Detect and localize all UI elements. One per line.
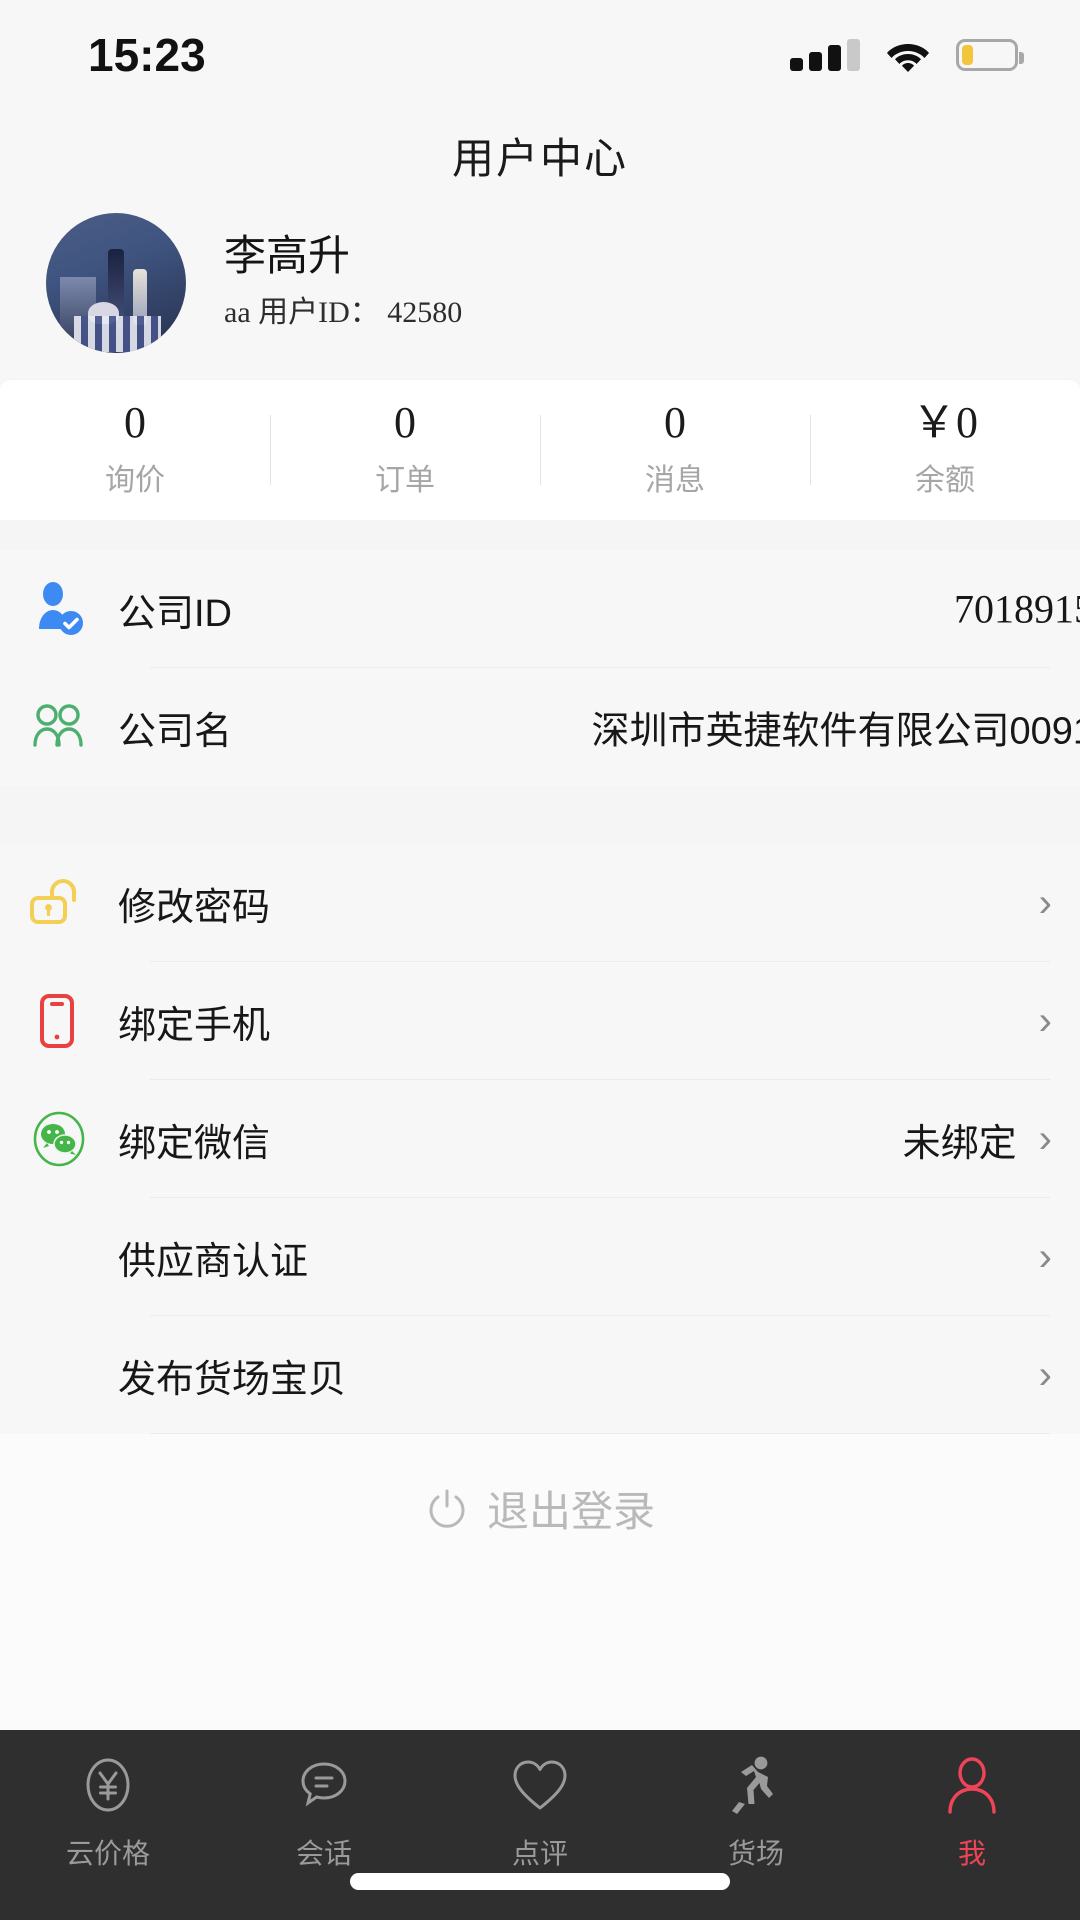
stat-value: ￥0 [912,398,978,447]
stat-value: 0 [664,398,686,447]
tab-cargo-yard[interactable]: 货场 [648,1752,864,1872]
stat-messages[interactable]: 0 消息 [540,401,810,499]
stats-card: 0 询价 0 订单 0 消息 ￥0 余额 [0,380,1080,520]
stat-label: 订单 [375,464,435,497]
tab-label: 云价格 [65,1838,150,1869]
phone-icon [26,990,118,1052]
settings-menu-section: 修改密码 › 绑定手机 › 绑定微信 未绑定 › 供应商认证 › 发布货场宝贝 … [0,844,1080,1434]
status-bar: 15:23 [0,0,1080,110]
page-title-bar: 用户中心 [0,110,1080,200]
row-label: 公司名 [118,710,233,753]
wechat-icon [26,1106,118,1172]
stat-orders[interactable]: 0 订单 [270,401,540,499]
power-icon [425,1487,469,1531]
unlock-icon [26,872,118,934]
profile-name: 李高升 [224,232,351,280]
stat-balance[interactable]: ￥0 余额 [810,401,1080,499]
stats-card-wrapper: 0 询价 0 订单 0 消息 ￥0 余额 [0,365,1080,520]
logout-area: 退出登录 [0,1434,1080,1730]
chevron-right-icon: › [1038,1117,1052,1161]
row-company-id[interactable]: 公司ID 7018915 [0,550,1080,668]
tab-label: 我 [957,1838,986,1869]
two-people-icon [26,695,118,759]
page-title: 用户中心 [451,134,628,182]
user-center-screen: 15:23 用户中心 李高升 aa 用户ID： 42580 0 询价 0 订单 … [0,0,1080,1920]
person-icon [942,1752,1002,1818]
avatar[interactable] [46,212,186,353]
row-label: 修改密码 [118,886,271,929]
chevron-right-icon: › [1038,1235,1052,1279]
tab-conversations[interactable]: 会话 [216,1752,432,1872]
stat-label: 询价 [105,464,165,497]
row-label: 供应商认证 [118,1240,309,1283]
row-label: 公司ID [118,592,233,635]
menu-item-supplier-verification[interactable]: 供应商认证 › [0,1198,1080,1316]
row-label: 绑定手机 [118,1004,271,1047]
menu-item-bind-wechat[interactable]: 绑定微信 未绑定 › [0,1080,1080,1198]
menu-item-publish-goods[interactable]: 发布货场宝贝 › [0,1316,1080,1434]
running-icon [728,1752,784,1818]
user-verified-icon [26,577,118,641]
chevron-right-icon: › [1038,881,1052,925]
signal-bars-icon [790,39,860,71]
logout-label: 退出登录 [486,1488,655,1535]
menu-item-bind-phone[interactable]: 绑定手机 › [0,962,1080,1080]
stat-value: 0 [124,398,146,447]
menu-item-change-password[interactable]: 修改密码 › [0,844,1080,962]
stat-inquiry[interactable]: 0 询价 [0,401,270,499]
row-label: 发布货场宝贝 [118,1358,347,1401]
wifi-icon [886,38,930,72]
chevron-right-icon: › [1038,999,1052,1043]
status-icons [790,38,1024,72]
row-company-name[interactable]: 公司名 深圳市英捷软件有限公司0091 [0,668,1080,786]
company-name-value: 深圳市英捷软件有限公司0091 [591,710,1080,753]
company-id-value: 7018915 [954,586,1080,632]
chevron-right-icon: › [1038,1353,1052,1397]
stat-label: 余额 [915,464,975,497]
section-gap [0,520,1080,550]
company-section: 公司ID 7018915 公司名 深圳市英捷软件有限公司0091 [0,550,1080,786]
wechat-bind-status: 未绑定 [902,1122,1017,1165]
stat-label: 消息 [645,464,705,497]
profile-header[interactable]: 李高升 aa 用户ID： 42580 [0,200,1080,365]
home-indicator[interactable] [350,1873,730,1890]
tab-me[interactable]: 我 [864,1752,1080,1872]
bottom-tab-bar: 云价格 会话 点评 货场 我 [0,1730,1080,1920]
tab-label: 点评 [511,1838,568,1869]
stat-value: 0 [394,398,416,447]
tab-reviews[interactable]: 点评 [432,1752,648,1872]
section-gap-2 [0,786,1080,844]
profile-user-id: aa 用户ID： 42580 [224,295,463,329]
tab-label: 货场 [727,1838,784,1869]
tab-label: 会话 [295,1838,352,1869]
battery-low-icon [956,39,1024,71]
tab-cloud-price[interactable]: 云价格 [0,1752,216,1872]
profile-info: 李高升 aa 用户ID： 42580 [224,234,462,330]
chat-bubble-icon [294,1752,354,1818]
status-time: 15:23 [88,29,206,81]
row-label: 绑定微信 [118,1122,271,1165]
logout-button[interactable]: 退出登录 [425,1478,655,1539]
yen-circle-icon [77,1752,139,1818]
heart-icon [509,1752,571,1818]
